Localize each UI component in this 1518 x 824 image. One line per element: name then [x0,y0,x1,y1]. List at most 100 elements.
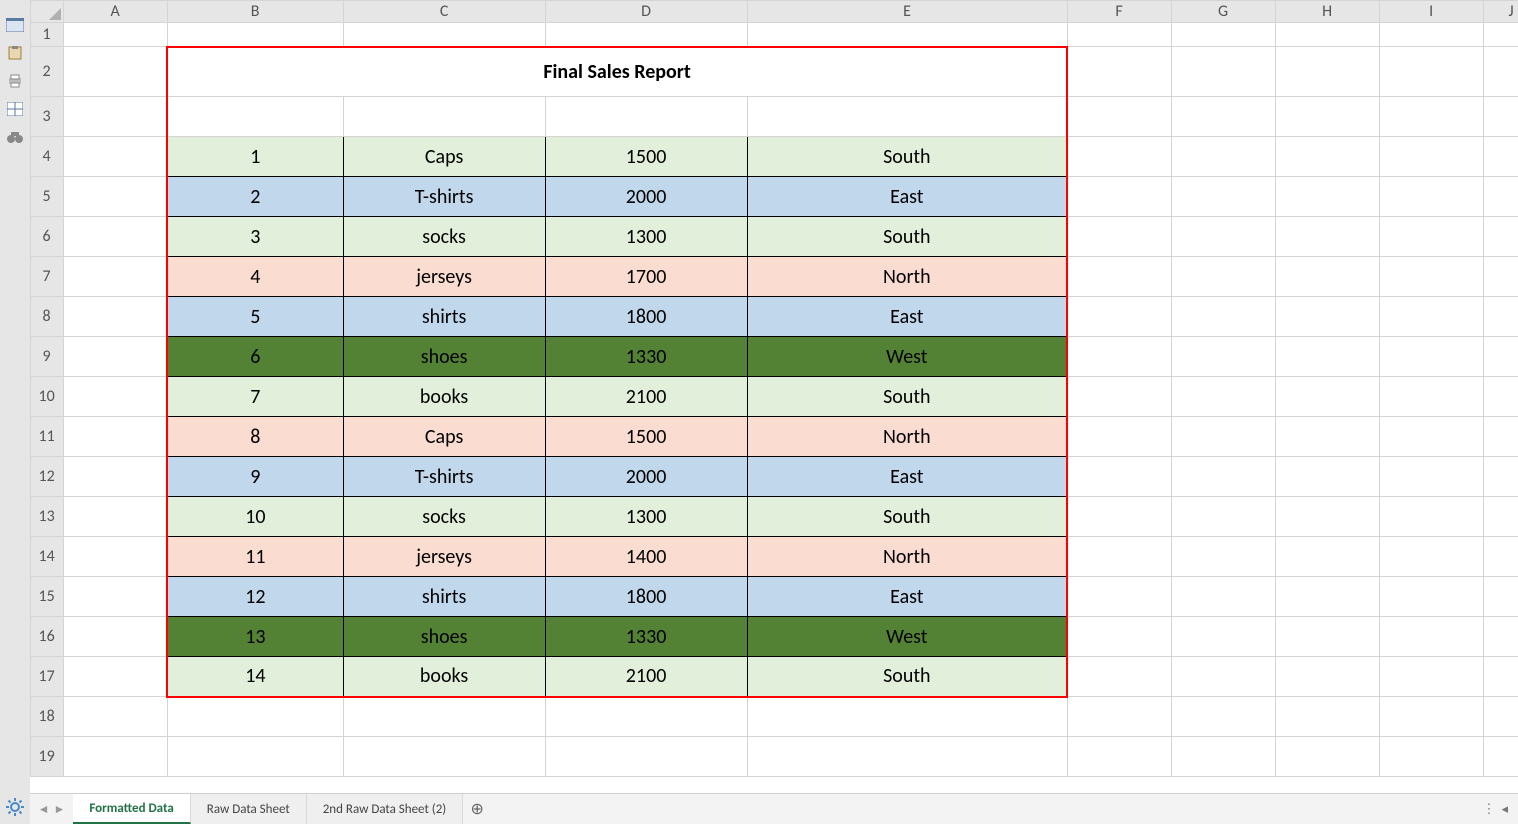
row-header[interactable]: 10 [30,377,63,417]
table-cell[interactable]: 1330 [545,337,747,377]
table-cell[interactable]: 2100 [545,377,747,417]
cell[interactable] [1483,47,1518,97]
cell[interactable] [1379,697,1483,737]
cell[interactable] [1379,257,1483,297]
table-cell[interactable]: jerseys [343,537,545,577]
cell[interactable] [1171,97,1275,137]
sheet-tab[interactable]: 2nd Raw Data Sheet (2) [307,794,464,824]
row-header[interactable]: 16 [30,617,63,657]
row-header[interactable]: 8 [30,297,63,337]
row-header[interactable]: 18 [30,697,63,737]
cell[interactable] [1483,617,1518,657]
window-icon[interactable] [6,18,24,32]
column-header[interactable]: J [1483,1,1518,23]
cell[interactable] [1171,297,1275,337]
table-column-header[interactable]: Region [747,97,1067,137]
cell[interactable] [63,47,167,97]
cell[interactable] [1275,217,1379,257]
table-cell[interactable]: Caps [343,417,545,457]
cell[interactable] [1067,537,1171,577]
cell[interactable] [1275,457,1379,497]
cell[interactable] [1379,537,1483,577]
grid-icon[interactable] [6,102,24,116]
cell[interactable] [1483,577,1518,617]
table-cell[interactable]: books [343,377,545,417]
row-header[interactable]: 7 [30,257,63,297]
cell[interactable] [63,537,167,577]
sheet-tab[interactable]: Raw Data Sheet [191,794,307,824]
cell[interactable] [1483,537,1518,577]
table-cell[interactable]: shirts [343,297,545,337]
cell[interactable] [63,23,167,47]
cell[interactable] [63,457,167,497]
cell[interactable] [1483,137,1518,177]
table-cell[interactable]: 1500 [545,137,747,177]
cell[interactable] [1483,177,1518,217]
table-cell[interactable]: shirts [343,577,545,617]
cell[interactable] [1379,337,1483,377]
cell[interactable] [1067,497,1171,537]
cell[interactable] [343,23,545,47]
settings-gear-icon[interactable] [6,800,24,814]
cell[interactable] [1171,457,1275,497]
cell[interactable] [1483,97,1518,137]
row-header[interactable]: 12 [30,457,63,497]
table-cell[interactable]: 1400 [545,537,747,577]
table-cell[interactable]: 1500 [545,417,747,457]
cell[interactable] [747,697,1067,737]
row-header[interactable]: 17 [30,657,63,697]
drag-handle-icon[interactable]: ⋮ [1482,802,1495,817]
table-cell[interactable]: East [747,457,1067,497]
cell[interactable] [1067,377,1171,417]
row-header[interactable]: 13 [30,497,63,537]
binoculars-icon[interactable] [6,130,24,144]
table-cell[interactable]: 7 [167,377,343,417]
column-header[interactable]: A [63,1,167,23]
row-header[interactable]: 2 [30,47,63,97]
table-cell[interactable]: North [747,417,1067,457]
cell[interactable] [1171,337,1275,377]
table-cell[interactable]: 2000 [545,457,747,497]
spreadsheet-grid[interactable]: ABCDEFGHIJ12Final Sales Report3Sr. #Item… [30,0,1518,793]
row-header[interactable]: 19 [30,737,63,777]
table-cell[interactable]: East [747,177,1067,217]
table-cell[interactable]: 1 [167,137,343,177]
cell[interactable] [1275,337,1379,377]
cell[interactable] [1379,47,1483,97]
table-cell[interactable]: South [747,497,1067,537]
table-cell[interactable]: 14 [167,657,343,697]
cell[interactable] [1067,697,1171,737]
cell[interactable] [1379,297,1483,337]
cell[interactable] [1171,737,1275,777]
cell[interactable] [1171,47,1275,97]
table-cell[interactable]: South [747,217,1067,257]
cell[interactable] [1067,617,1171,657]
cell[interactable] [1067,577,1171,617]
table-cell[interactable]: 9 [167,457,343,497]
cell[interactable] [1171,137,1275,177]
cell[interactable] [1379,217,1483,257]
cell[interactable] [1483,737,1518,777]
cell[interactable] [63,697,167,737]
row-header[interactable]: 11 [30,417,63,457]
cell[interactable] [63,257,167,297]
cell[interactable] [1379,137,1483,177]
cell[interactable] [747,737,1067,777]
cell[interactable] [1275,497,1379,537]
table-cell[interactable]: East [747,297,1067,337]
table-cell[interactable]: 1300 [545,497,747,537]
cell[interactable] [1171,497,1275,537]
cell[interactable] [1275,377,1379,417]
cell[interactable] [1379,497,1483,537]
cell[interactable] [1067,97,1171,137]
cell[interactable] [1379,377,1483,417]
cell[interactable] [1067,417,1171,457]
table-cell[interactable]: shoes [343,337,545,377]
sheet-tab[interactable]: Formatted Data [73,794,190,824]
cell[interactable] [63,497,167,537]
cell[interactable] [747,23,1067,47]
table-cell[interactable]: books [343,657,545,697]
print-icon[interactable] [6,74,24,88]
table-cell[interactable]: 2000 [545,177,747,217]
cell[interactable] [1171,537,1275,577]
